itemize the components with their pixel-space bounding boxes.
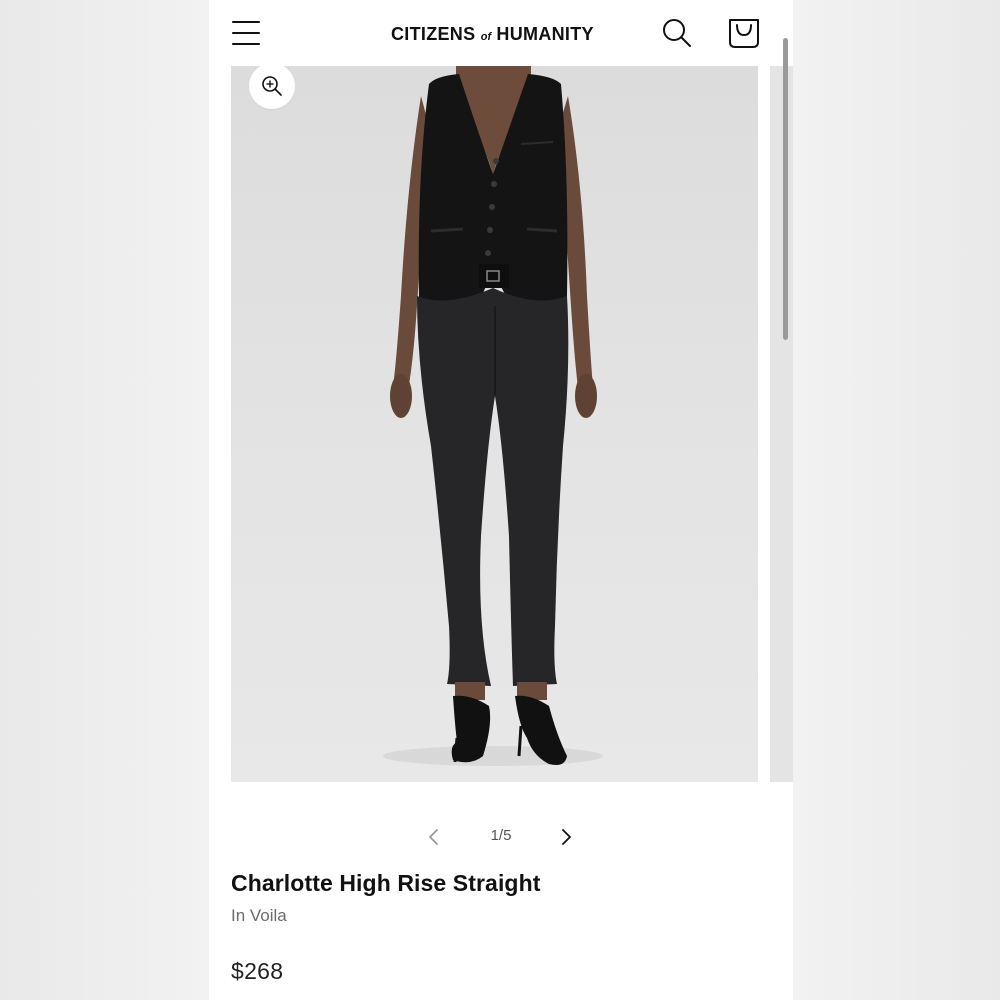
slide-counter: 1/5 (490, 827, 512, 844)
scrollbar-thumb[interactable] (783, 38, 788, 340)
carousel-pager: 1/5 (209, 822, 793, 852)
brand-logo-part: CITIZENS (391, 24, 476, 44)
chevron-right-icon[interactable] (555, 826, 577, 848)
shopping-bag-icon[interactable] (727, 16, 761, 50)
brand-logo-part: HUMANITY (496, 24, 594, 44)
site-header: CITIZENS of HUMANITY (209, 0, 793, 66)
product-price: $268 (231, 958, 284, 984)
brand-logo[interactable]: CITIZENS of HUMANITY (391, 22, 611, 46)
product-color: In Voila (231, 906, 287, 925)
background-right (793, 0, 1000, 1000)
product-photo[interactable] (231, 66, 758, 782)
model-photo-illustration (383, 66, 603, 766)
product-title: Charlotte High Rise Straight (231, 870, 541, 896)
chevron-left-icon[interactable] (423, 826, 445, 848)
product-page: CITIZENS of HUMANITY 1/5 Charlotte High … (209, 0, 793, 1000)
search-icon[interactable] (661, 17, 693, 49)
product-image-carousel[interactable] (231, 66, 793, 782)
hamburger-menu-icon[interactable] (231, 18, 261, 48)
next-slide-peek[interactable] (770, 66, 793, 782)
background-left (0, 0, 209, 1000)
brand-logo-of: of (480, 31, 492, 43)
